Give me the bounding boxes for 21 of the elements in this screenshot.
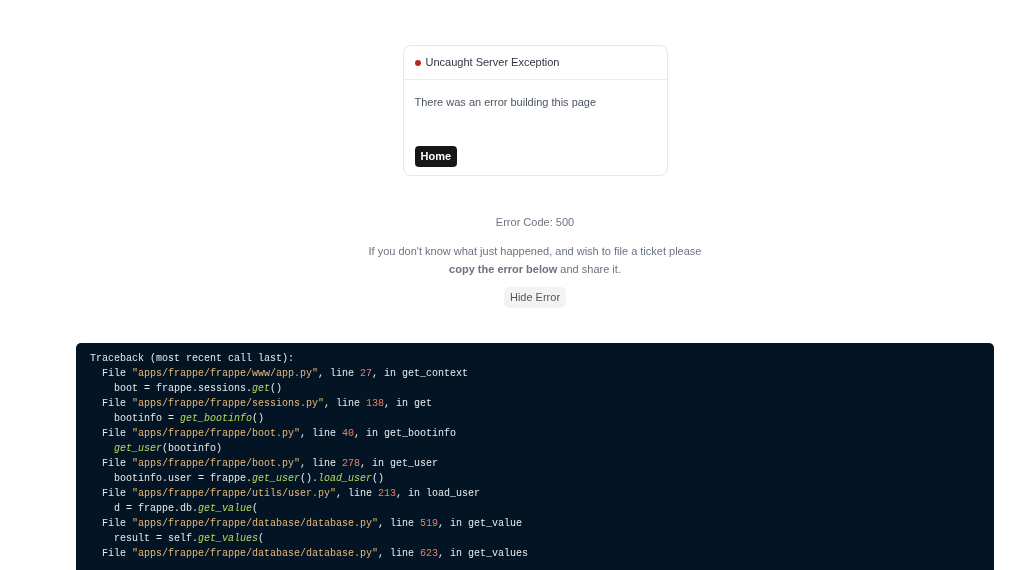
- error-code: Error Code: 500: [495, 215, 575, 230]
- traceback-line: d = frappe.db.get_value(: [114, 501, 259, 516]
- traceback-line: boot = frappe.sessions.get(): [114, 381, 283, 396]
- status-dot-icon: [414, 59, 421, 66]
- traceback-line: bootinfo = get_bootinfo(): [114, 411, 265, 426]
- traceback-line: get_user(bootinfo): [114, 441, 223, 456]
- traceback-line: bootinfo.user = frappe.get_user().load_user(): [114, 471, 385, 486]
- traceback-line: File "apps/frappe/frappe/utils/user.py", line 213, in load_user: [102, 486, 481, 501]
- traceback-line: result = self.get_values(: [114, 531, 265, 546]
- traceback-line: File "apps/frappe/frappe/boot.py", line 40, in get_bootinfo: [102, 426, 457, 441]
- traceback-line: File "apps/frappe/frappe/boot.py", line 278, in get_user: [102, 456, 439, 471]
- help-text: If you don't know what just happened, and wish to file a ticket please copy the error below and share it.: [367, 243, 703, 277]
- traceback-line: File "apps/frappe/frappe/database/database.py", line 623, in get_values: [102, 546, 529, 561]
- traceback-line: Traceback (most recent call last):: [90, 351, 295, 366]
- hide-error-button[interactable]: Hide Error: [503, 286, 567, 308]
- card-title: Uncaught Server Exception: [425, 55, 560, 71]
- traceback-line: File "apps/frappe/frappe/sessions.py", line 138, in get: [102, 396, 433, 411]
- home-button[interactable]: Home: [414, 145, 458, 167]
- error-message: There was an error building this page: [414, 95, 597, 110]
- traceback-line: File "apps/frappe/frappe/database/database.py", line 519, in get_value: [102, 516, 523, 531]
- traceback-line: File "apps/frappe/frappe/www/app.py", line 27, in get_context: [102, 366, 469, 381]
